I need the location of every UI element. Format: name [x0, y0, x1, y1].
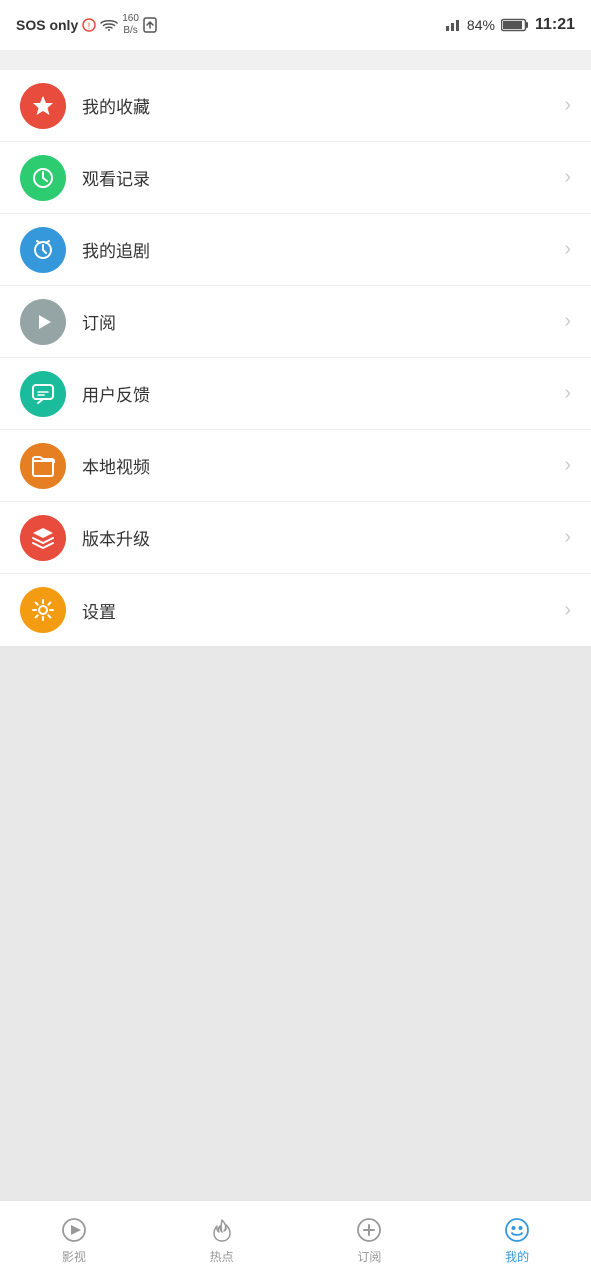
- nav-label-mine: 我的: [505, 1248, 529, 1265]
- gray-area: [0, 646, 591, 1200]
- status-left: SOS only ! 160 B/s: [16, 13, 157, 37]
- local-chevron: ›: [564, 454, 571, 477]
- subscribe-label: 订阅: [82, 309, 564, 334]
- battery-icon: [501, 18, 529, 32]
- update-chevron: ›: [564, 526, 571, 549]
- svg-text:!: !: [88, 21, 91, 31]
- phone-signal-icon: [445, 17, 461, 33]
- status-right: 84% 11:21: [445, 16, 575, 34]
- update-icon-wrap: [20, 515, 66, 561]
- gear-icon: [30, 597, 56, 623]
- nav-label-hot: 热点: [210, 1248, 234, 1265]
- nav-item-mine[interactable]: 我的: [443, 1201, 591, 1280]
- nav-item-subscribe[interactable]: 订阅: [296, 1201, 444, 1280]
- bottom-nav: 影视 热点 订阅 我的: [0, 1200, 591, 1280]
- follow-icon-wrap: [20, 227, 66, 273]
- local-label: 本地视频: [82, 453, 564, 478]
- alarm-icon: [30, 237, 56, 263]
- menu-item-update[interactable]: 版本升级 ›: [0, 502, 591, 574]
- header-gap: [0, 50, 591, 70]
- menu-item-subscribe[interactable]: 订阅 ›: [0, 286, 591, 358]
- history-icon-wrap: [20, 155, 66, 201]
- plus-circle-icon: [355, 1216, 383, 1244]
- message-icon: [30, 381, 56, 407]
- menu-item-local[interactable]: 本地视频 ›: [0, 430, 591, 502]
- history-chevron: ›: [564, 166, 571, 189]
- status-bar: SOS only ! 160 B/s 84%: [0, 0, 591, 50]
- history-label: 观看记录: [82, 165, 564, 190]
- upload-icon: [143, 17, 157, 33]
- play-icon: [30, 309, 56, 335]
- clock-icon: [30, 165, 56, 191]
- network-speed: 160 B/s: [122, 13, 139, 37]
- folder-icon: [30, 453, 56, 479]
- follow-label: 我的追剧: [82, 237, 564, 262]
- feedback-chevron: ›: [564, 382, 571, 405]
- wifi-icon: [100, 18, 118, 32]
- settings-chevron: ›: [564, 599, 571, 622]
- signal-warning-icon: !: [82, 18, 96, 32]
- menu-item-follow[interactable]: 我的追剧 ›: [0, 214, 591, 286]
- favorites-chevron: ›: [564, 94, 571, 117]
- menu-list: 我的收藏 › 观看记录 › 我的追剧 ›: [0, 70, 591, 646]
- subscribe-chevron: ›: [564, 310, 571, 333]
- time: 11:21: [535, 16, 575, 34]
- feedback-label: 用户反馈: [82, 381, 564, 406]
- menu-item-feedback[interactable]: 用户反馈 ›: [0, 358, 591, 430]
- favorites-icon-wrap: [20, 83, 66, 129]
- nav-item-videos[interactable]: 影视: [0, 1201, 148, 1280]
- play-circle-icon: [60, 1216, 88, 1244]
- settings-label: 设置: [82, 598, 564, 623]
- menu-item-history[interactable]: 观看记录 ›: [0, 142, 591, 214]
- nav-label-subscribe: 订阅: [357, 1248, 381, 1265]
- fire-icon: [208, 1216, 236, 1244]
- battery-percent: 84%: [467, 17, 495, 33]
- layers-icon: [30, 525, 56, 551]
- nav-label-videos: 影视: [62, 1248, 86, 1265]
- feedback-icon-wrap: [20, 371, 66, 417]
- update-label: 版本升级: [82, 525, 564, 550]
- settings-icon-wrap: [20, 587, 66, 633]
- local-icon-wrap: [20, 443, 66, 489]
- subscribe-icon-wrap: [20, 299, 66, 345]
- nav-item-hot[interactable]: 热点: [148, 1201, 296, 1280]
- follow-chevron: ›: [564, 238, 571, 261]
- favorites-label: 我的收藏: [82, 93, 564, 118]
- menu-item-settings[interactable]: 设置 ›: [0, 574, 591, 646]
- sos-text: SOS only: [16, 17, 78, 33]
- star-icon: [30, 93, 56, 119]
- menu-item-favorites[interactable]: 我的收藏 ›: [0, 70, 591, 142]
- smiley-icon: [503, 1216, 531, 1244]
